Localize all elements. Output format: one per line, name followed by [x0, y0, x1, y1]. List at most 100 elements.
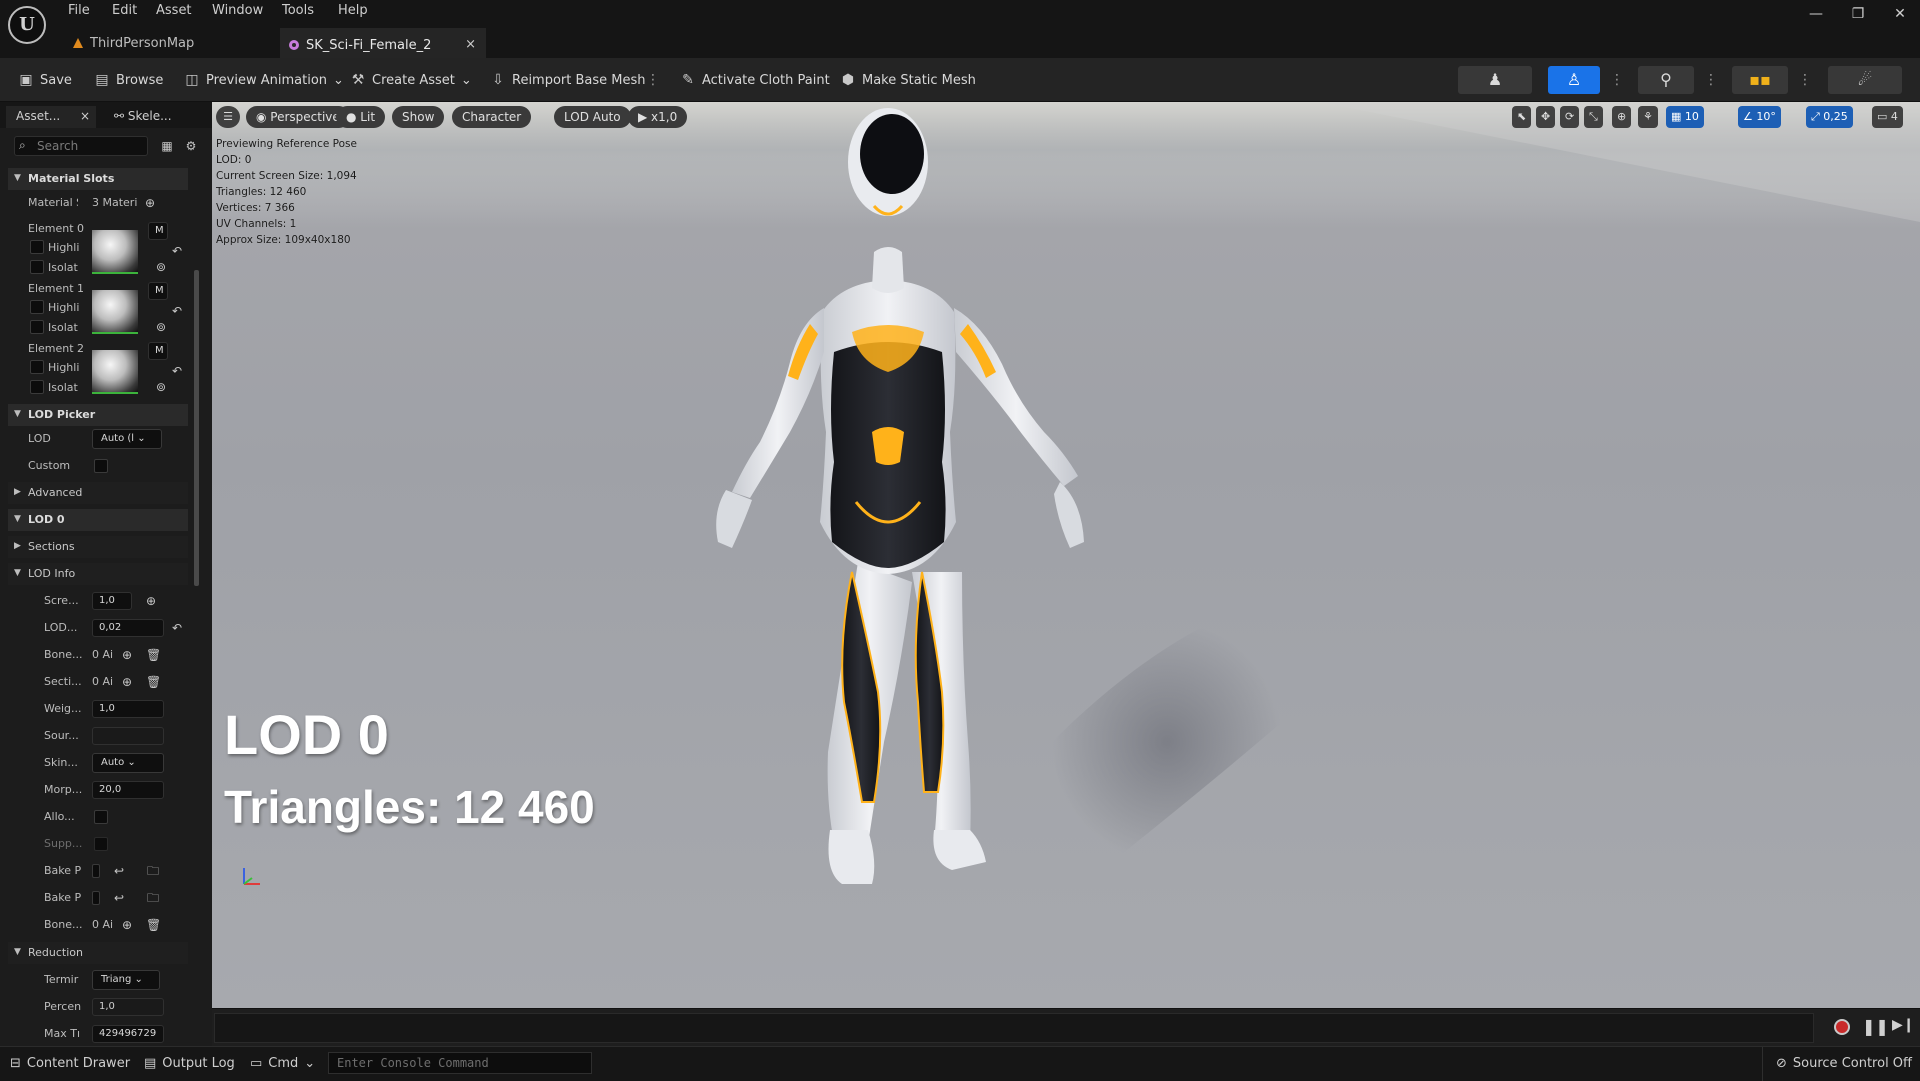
camera-speed-button[interactable]: ▭ 4 [1872, 106, 1903, 128]
add-icon[interactable]: ⊕ [120, 648, 134, 662]
viewport-menu-icon[interactable]: ☰ [216, 106, 240, 128]
material-picker[interactable]: M [148, 282, 168, 300]
bake-pose-picker[interactable] [92, 864, 100, 878]
more-options-icon[interactable]: ⋮ [646, 72, 660, 88]
grid-snap-button[interactable]: ▦ 10 [1666, 106, 1704, 128]
reset-arrow-icon[interactable]: ↶ [170, 621, 184, 635]
close-tab-icon[interactable]: × [465, 37, 476, 52]
add-icon[interactable]: ⊕ [143, 196, 157, 210]
lod0-category[interactable]: ▼ LOD 0 [8, 509, 188, 531]
source-control-button[interactable]: ⊘ Source Control Off [1776, 1056, 1912, 1071]
add-icon[interactable]: ⊕ [120, 675, 134, 689]
minimize-icon[interactable]: — [1804, 6, 1828, 26]
angle-snap-button[interactable]: ∠ 10° [1738, 106, 1781, 128]
isolate-checkbox[interactable] [30, 260, 44, 274]
allow-checkbox[interactable] [94, 810, 108, 824]
details-scrollbar[interactable] [194, 270, 199, 586]
skin-cache-dropdown[interactable]: Auto ⌄ [92, 753, 164, 773]
preview-animation-button[interactable]: ◫ Preview Animation ⌄ [180, 68, 348, 92]
browse-button[interactable]: ▤ Browse [90, 68, 167, 92]
unreal-logo-icon[interactable]: U [8, 6, 46, 44]
percent-field[interactable]: 1,0 [92, 998, 164, 1016]
termination-dropdown[interactable]: Triang ⌄ [92, 970, 160, 990]
animation-mode-button[interactable]: ⚲ [1638, 66, 1694, 94]
highlight-checkbox[interactable] [30, 300, 44, 314]
isolate-checkbox[interactable] [30, 380, 44, 394]
menu-asset[interactable]: Asset [152, 3, 196, 23]
step-forward-icon[interactable]: ▶❙ [1892, 1017, 1915, 1033]
highlight-checkbox[interactable] [30, 240, 44, 254]
advanced-category[interactable]: ▶ Advanced [8, 482, 188, 504]
sections-category[interactable]: ▶ Sections [8, 536, 188, 558]
cmd-button[interactable]: ▭ Cmd ⌄ [250, 1056, 315, 1071]
arrow-left-icon[interactable]: ↩ [112, 891, 126, 905]
menu-edit[interactable]: Edit [108, 3, 141, 23]
translate-mode-icon[interactable]: ✥ [1536, 106, 1556, 128]
weight-field[interactable]: 1,0 [92, 700, 164, 718]
reimport-base-mesh-button[interactable]: ⇩ Reimport Base Mesh [486, 68, 650, 92]
tab-thirdpersonmap[interactable]: ThirdPersonMap [64, 28, 276, 58]
custom-checkbox[interactable] [94, 459, 108, 473]
material-picker[interactable]: M [148, 342, 168, 360]
material-thumbnail[interactable] [92, 290, 138, 334]
browse-folder-icon[interactable]: 🗀 [146, 891, 160, 905]
lod-auto-button[interactable]: LOD Auto [554, 106, 631, 128]
reduction-category[interactable]: ▼ Reduction [8, 942, 188, 964]
trash-icon[interactable]: 🗑 [146, 648, 161, 662]
morph-field[interactable]: 20,0 [92, 781, 164, 799]
trash-icon[interactable]: 🗑 [146, 675, 161, 689]
use-selected-icon[interactable]: ⊚ [154, 260, 168, 274]
browse-folder-icon[interactable]: 🗀 [146, 864, 160, 878]
timeline-track[interactable] [214, 1013, 1814, 1043]
search-input[interactable]: ⌕ Search [14, 136, 148, 156]
record-icon[interactable] [1834, 1019, 1850, 1035]
pause-icon[interactable]: ❚❚ [1862, 1017, 1889, 1036]
scale-mode-icon[interactable]: ⤡ [1584, 106, 1603, 128]
make-static-mesh-button[interactable]: ⬢ Make Static Mesh [836, 68, 980, 92]
tab-asset-details[interactable]: Asset... × [6, 106, 96, 128]
menu-file[interactable]: File [64, 3, 94, 23]
screen-size-field[interactable]: 1,0 [92, 592, 132, 610]
max-triangles-field[interactable]: 429496729 [92, 1025, 164, 1043]
material-slots-category[interactable]: ▼ Material Slots [8, 168, 188, 190]
physics-mode-button[interactable]: ☄ [1828, 66, 1902, 94]
playback-speed-button[interactable]: ▶ x1,0 [628, 106, 688, 128]
activate-cloth-paint-button[interactable]: ✎ Activate Cloth Paint [676, 68, 834, 92]
menu-tools[interactable]: Tools [278, 3, 318, 23]
use-selected-icon[interactable]: ⊚ [154, 380, 168, 394]
output-log-button[interactable]: ▤ Output Log [144, 1056, 235, 1071]
mesh-mode-button[interactable]: ♙ [1548, 66, 1600, 94]
gear-icon[interactable]: ⚙ [184, 139, 198, 153]
coordinate-space-icon[interactable]: ⊕ [1612, 106, 1632, 128]
tab-sk-sci-fi-female-2[interactable]: SK_Sci-Fi_Female_2 × [280, 28, 486, 58]
lod-dropdown[interactable]: Auto (l ⌄ [92, 429, 162, 449]
reset-arrow-icon[interactable]: ↶ [170, 244, 184, 258]
more-options-icon[interactable]: ⋮ [1610, 72, 1624, 88]
create-asset-button[interactable]: ⚒ Create Asset ⌄ [346, 68, 476, 92]
lod-hysteresis-field[interactable]: 0,02 [92, 619, 164, 637]
menu-window[interactable]: Window [208, 3, 267, 23]
skeleton-mode-button[interactable]: ♟ [1458, 66, 1532, 94]
material-picker[interactable]: M [148, 222, 168, 240]
table-view-icon[interactable]: ▦ [160, 139, 174, 153]
perspective-button[interactable]: ◉ Perspective [246, 106, 350, 128]
isolate-checkbox[interactable] [30, 320, 44, 334]
tab-skeleton-tree[interactable]: ⚯ Skele... [104, 106, 184, 128]
content-drawer-button[interactable]: ⊟ Content Drawer [10, 1056, 130, 1071]
bake-pose-override-picker[interactable] [92, 891, 100, 905]
close-window-icon[interactable]: ✕ [1888, 6, 1912, 26]
blueprint-mode-button[interactable]: ▪▪ [1732, 66, 1788, 94]
surface-snap-icon[interactable]: ⚘ [1638, 106, 1658, 128]
arrow-left-icon[interactable]: ↩ [112, 864, 126, 878]
lod-info-category[interactable]: ▼ LOD Info [8, 563, 188, 585]
highlight-checkbox[interactable] [30, 360, 44, 374]
viewport[interactable]: ☰ ◉ Perspective ● Lit Show Character LOD… [212, 102, 1920, 1008]
more-options-icon[interactable]: ⋮ [1704, 72, 1718, 88]
reset-arrow-icon[interactable]: ↶ [170, 304, 184, 318]
save-button[interactable]: ▣ Save [14, 68, 76, 92]
console-input[interactable]: Enter Console Command [328, 1052, 592, 1074]
more-options-icon[interactable]: ⋮ [1798, 72, 1812, 88]
scale-snap-button[interactable]: ⤢ 0,25 [1806, 106, 1853, 128]
select-mode-icon[interactable]: ⬉ [1512, 106, 1532, 128]
lit-button[interactable]: ● Lit [336, 106, 386, 128]
